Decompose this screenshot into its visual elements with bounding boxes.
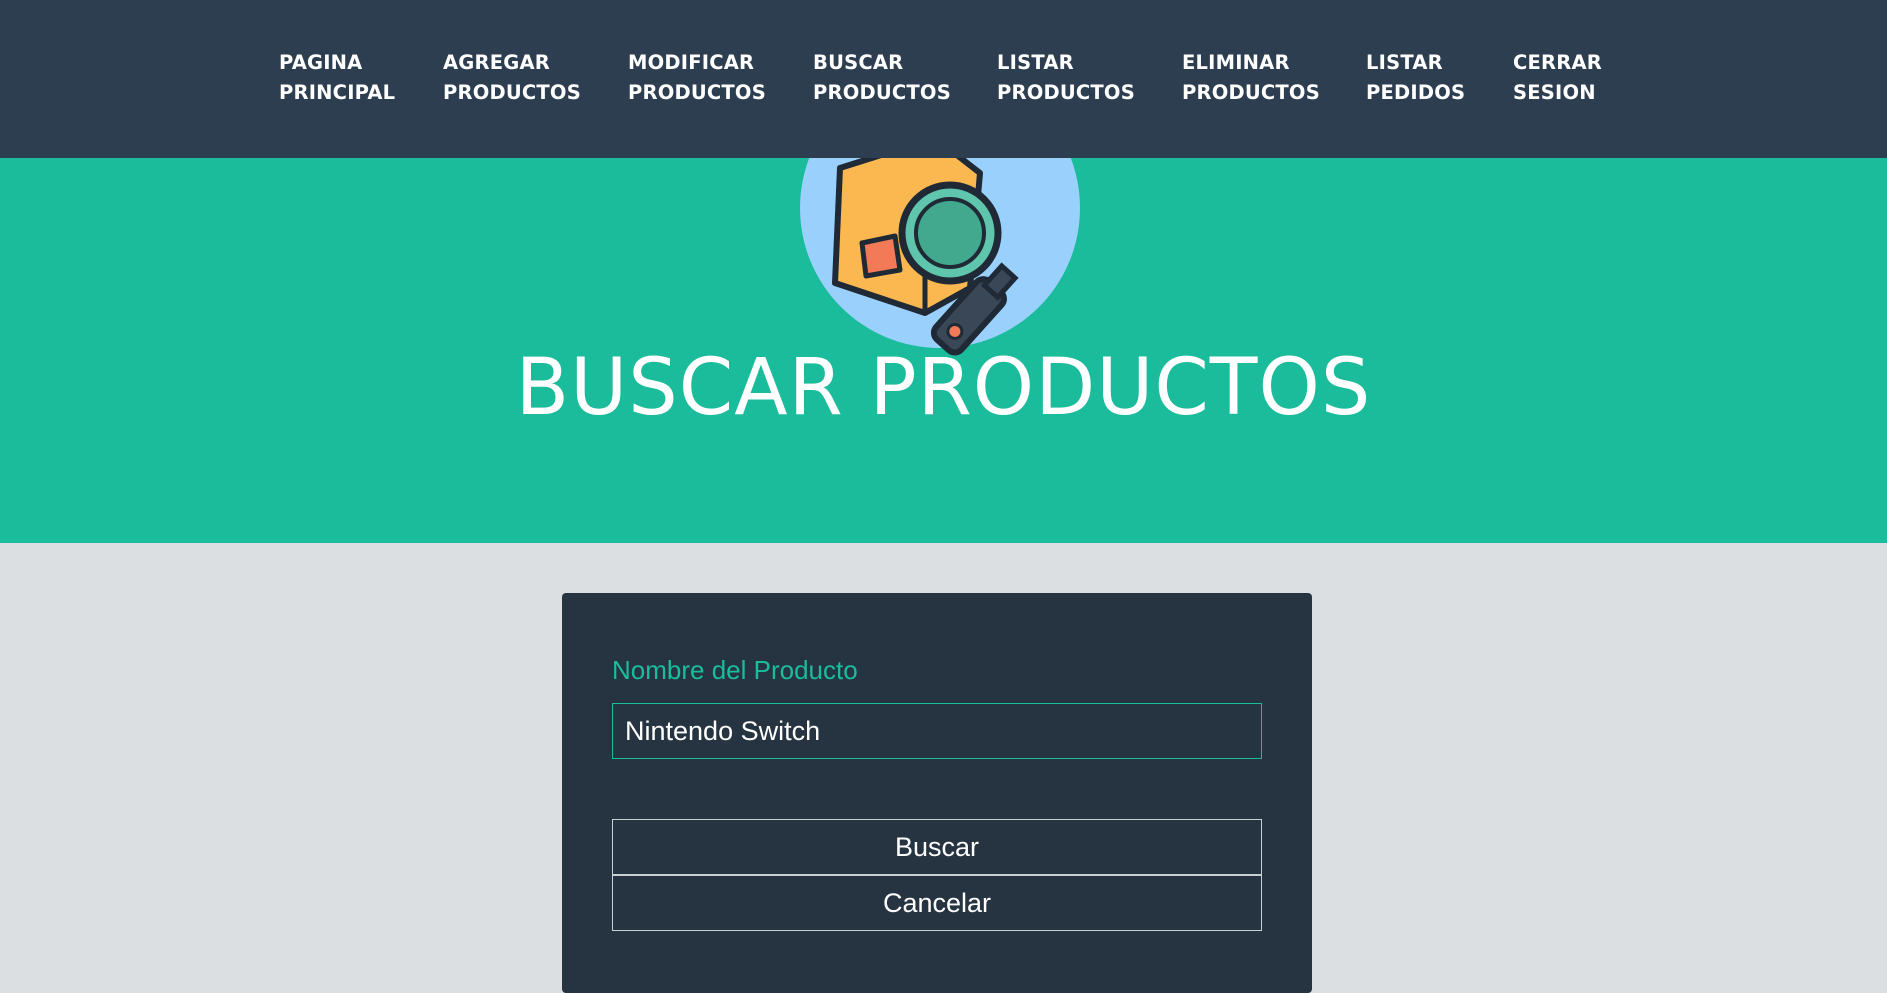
nav-label-line1: LISTAR bbox=[997, 51, 1074, 74]
nav-listar-pedidos[interactable]: LISTAR PEDIDOS bbox=[1366, 48, 1465, 108]
nav-label-line1: LISTAR bbox=[1366, 51, 1443, 74]
nav-cerrar-sesion[interactable]: CERRAR SESION bbox=[1513, 48, 1602, 108]
nav-label-line1: PAGINA bbox=[279, 51, 363, 74]
nav-label-line2: PRODUCTOS bbox=[628, 81, 766, 104]
nav-eliminar-productos[interactable]: ELIMINAR PRODUCTOS bbox=[1182, 48, 1320, 108]
nav-label-line2: PEDIDOS bbox=[1366, 81, 1466, 104]
top-navbar: PAGINA PRINCIPAL AGREGAR PRODUCTOS MODIF… bbox=[0, 0, 1887, 158]
product-name-label: Nombre del Producto bbox=[612, 655, 858, 685]
nav-label-line1: CERRAR bbox=[1513, 51, 1602, 74]
nav-label-line2: SESION bbox=[1513, 81, 1596, 104]
nav-label-line2: PRODUCTOS bbox=[813, 81, 951, 104]
hero-banner: BUSCAR PRODUCTOS bbox=[0, 158, 1887, 543]
cancel-button[interactable]: Cancelar bbox=[612, 875, 1262, 931]
nav-buscar-productos[interactable]: BUSCAR PRODUCTOS bbox=[813, 48, 951, 108]
nav-label-line1: MODIFICAR bbox=[628, 51, 755, 74]
page-title: BUSCAR PRODUCTOS bbox=[515, 343, 1372, 433]
nav-label-line2: PRINCIPAL bbox=[279, 81, 396, 104]
nav-label-line2: PRODUCTOS bbox=[997, 81, 1135, 104]
nav-listar-productos[interactable]: LISTAR PRODUCTOS bbox=[997, 48, 1135, 108]
nav-label-line1: AGREGAR bbox=[443, 51, 550, 74]
nav-agregar-productos[interactable]: AGREGAR PRODUCTOS bbox=[443, 48, 581, 108]
nav-label-line2: PRODUCTOS bbox=[1182, 81, 1320, 104]
nav-pagina-principal[interactable]: PAGINA PRINCIPAL bbox=[279, 48, 395, 108]
nav-label-line2: PRODUCTOS bbox=[443, 81, 581, 104]
nav-label-line1: BUSCAR bbox=[813, 51, 904, 74]
search-button[interactable]: Buscar bbox=[612, 819, 1262, 875]
product-name-input[interactable] bbox=[612, 703, 1262, 759]
nav-label-line1: ELIMINAR bbox=[1182, 51, 1290, 74]
product-search-icon bbox=[800, 158, 1080, 356]
search-form-card: Nombre del Producto Buscar Cancelar bbox=[562, 593, 1312, 993]
nav-modificar-productos[interactable]: MODIFICAR PRODUCTOS bbox=[628, 48, 766, 108]
